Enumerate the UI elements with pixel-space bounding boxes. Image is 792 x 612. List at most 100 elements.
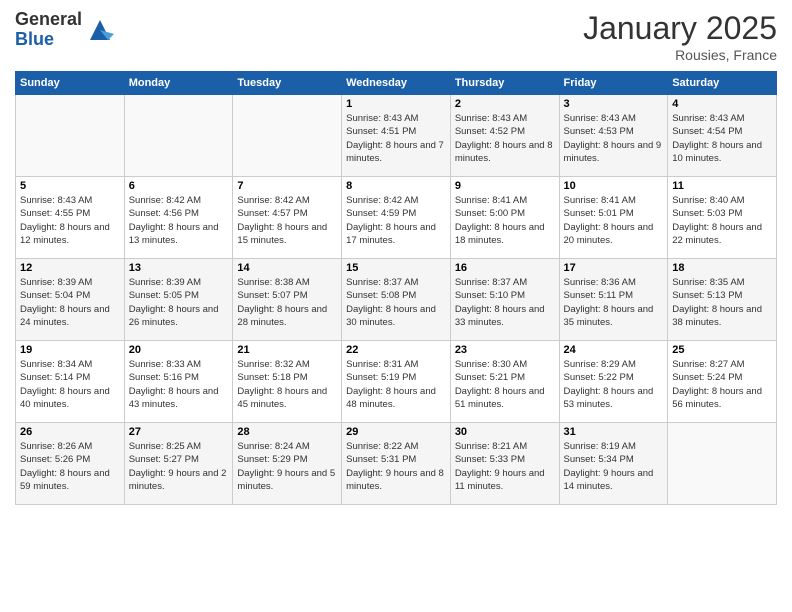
day-info: Sunrise: 8:27 AM Sunset: 5:24 PM Dayligh… <box>672 358 772 411</box>
col-friday: Friday <box>559 72 668 95</box>
day-number: 13 <box>129 262 229 274</box>
logo-text: General Blue <box>15 10 82 50</box>
calendar-week-row: 5Sunrise: 8:43 AM Sunset: 4:55 PM Daylig… <box>16 177 777 259</box>
day-number: 30 <box>455 426 555 438</box>
day-number: 14 <box>237 262 337 274</box>
table-row: 1 Sunrise: 8:43 AM Sunset: 4:51 PM Daylig… <box>342 95 451 177</box>
day-info: Sunrise: 8:31 AM Sunset: 5:19 PM Dayligh… <box>346 358 446 411</box>
table-row <box>668 423 777 505</box>
day-info: Sunrise: 8:41 AM Sunset: 5:01 PM Dayligh… <box>564 194 664 247</box>
day-number: 19 <box>20 344 120 356</box>
day-number: 18 <box>672 262 772 274</box>
day-number: 6 <box>129 180 229 192</box>
table-row: 2Sunrise: 8:43 AM Sunset: 4:52 PM Daylig… <box>450 95 559 177</box>
day-info: Sunrise: 8:43 AM Sunset: 4:53 PM Dayligh… <box>564 112 664 165</box>
day-info: Sunrise: 8:43 AM Sunset: 4:54 PM Dayligh… <box>672 112 772 165</box>
day-info: Sunrise: 8:25 AM Sunset: 5:27 PM Dayligh… <box>129 440 229 493</box>
table-row: 5Sunrise: 8:43 AM Sunset: 4:55 PM Daylig… <box>16 177 125 259</box>
col-thursday: Thursday <box>450 72 559 95</box>
day-info: Sunrise: 8:35 AM Sunset: 5:13 PM Dayligh… <box>672 276 772 329</box>
col-wednesday: Wednesday <box>342 72 451 95</box>
table-row: 11 Sunrise: 8:40 AM Sunset: 5:03 PM Dayli… <box>668 177 777 259</box>
col-monday: Monday <box>124 72 233 95</box>
col-tuesday: Tuesday <box>233 72 342 95</box>
table-row: 26 Sunrise: 8:26 AM Sunset: 5:26 PM Dayli… <box>16 423 125 505</box>
table-row: 13Sunrise: 8:39 AM Sunset: 5:05 PM Dayli… <box>124 259 233 341</box>
table-row: 3 Sunrise: 8:43 AM Sunset: 4:53 PM Daylig… <box>559 95 668 177</box>
table-row: 8Sunrise: 8:42 AM Sunset: 4:59 PM Daylig… <box>342 177 451 259</box>
table-row: 7 Sunrise: 8:42 AM Sunset: 4:57 PM Daylig… <box>233 177 342 259</box>
calendar-header-row: Sunday Monday Tuesday Wednesday Thursday… <box>16 72 777 95</box>
table-row <box>124 95 233 177</box>
calendar-week-row: 26 Sunrise: 8:26 AM Sunset: 5:26 PM Dayli… <box>16 423 777 505</box>
table-row: 10 Sunrise: 8:41 AM Sunset: 5:01 PM Dayli… <box>559 177 668 259</box>
table-row: 14 Sunrise: 8:38 AM Sunset: 5:07 PM Dayli… <box>233 259 342 341</box>
day-number: 15 <box>346 262 446 274</box>
day-info: Sunrise: 8:36 AM Sunset: 5:11 PM Dayligh… <box>564 276 664 329</box>
col-saturday: Saturday <box>668 72 777 95</box>
day-number: 24 <box>564 344 664 356</box>
day-info: Sunrise: 8:37 AM Sunset: 5:10 PM Dayligh… <box>455 276 555 329</box>
day-number: 31 <box>564 426 664 438</box>
table-row: 12Sunrise: 8:39 AM Sunset: 5:04 PM Dayli… <box>16 259 125 341</box>
calendar-week-row: 1 Sunrise: 8:43 AM Sunset: 4:51 PM Daylig… <box>16 95 777 177</box>
table-row: 4Sunrise: 8:43 AM Sunset: 4:54 PM Daylig… <box>668 95 777 177</box>
month-title: January 2025 <box>583 10 777 47</box>
day-info: Sunrise: 8:42 AM Sunset: 4:56 PM Dayligh… <box>129 194 229 247</box>
day-number: 16 <box>455 262 555 274</box>
logo-general: General <box>15 10 82 30</box>
table-row: 30Sunrise: 8:21 AM Sunset: 5:33 PM Dayli… <box>450 423 559 505</box>
title-block: January 2025 Rousies, France <box>583 10 777 63</box>
day-info: Sunrise: 8:34 AM Sunset: 5:14 PM Dayligh… <box>20 358 120 411</box>
day-info: Sunrise: 8:40 AM Sunset: 5:03 PM Dayligh… <box>672 194 772 247</box>
day-info: Sunrise: 8:41 AM Sunset: 5:00 PM Dayligh… <box>455 194 555 247</box>
table-row: 20Sunrise: 8:33 AM Sunset: 5:16 PM Dayli… <box>124 341 233 423</box>
day-number: 23 <box>455 344 555 356</box>
day-number: 22 <box>346 344 446 356</box>
day-info: Sunrise: 8:43 AM Sunset: 4:51 PM Dayligh… <box>346 112 446 165</box>
day-info: Sunrise: 8:26 AM Sunset: 5:26 PM Dayligh… <box>20 440 120 493</box>
table-row: 6 Sunrise: 8:42 AM Sunset: 4:56 PM Daylig… <box>124 177 233 259</box>
day-info: Sunrise: 8:30 AM Sunset: 5:21 PM Dayligh… <box>455 358 555 411</box>
day-number: 25 <box>672 344 772 356</box>
page-container: General Blue January 2025 Rousies, Franc… <box>0 0 792 612</box>
table-row: 24 Sunrise: 8:29 AM Sunset: 5:22 PM Dayli… <box>559 341 668 423</box>
day-number: 3 <box>564 98 664 110</box>
table-row: 16 Sunrise: 8:37 AM Sunset: 5:10 PM Dayli… <box>450 259 559 341</box>
day-info: Sunrise: 8:32 AM Sunset: 5:18 PM Dayligh… <box>237 358 337 411</box>
table-row: 19 Sunrise: 8:34 AM Sunset: 5:14 PM Dayli… <box>16 341 125 423</box>
table-row: 23 Sunrise: 8:30 AM Sunset: 5:21 PM Dayli… <box>450 341 559 423</box>
day-number: 12 <box>20 262 120 274</box>
logo-icon <box>86 16 114 44</box>
day-number: 26 <box>20 426 120 438</box>
header: General Blue January 2025 Rousies, Franc… <box>15 10 777 63</box>
table-row: 18 Sunrise: 8:35 AM Sunset: 5:13 PM Dayli… <box>668 259 777 341</box>
col-sunday: Sunday <box>16 72 125 95</box>
day-info: Sunrise: 8:38 AM Sunset: 5:07 PM Dayligh… <box>237 276 337 329</box>
table-row: 21 Sunrise: 8:32 AM Sunset: 5:18 PM Dayli… <box>233 341 342 423</box>
table-row: 15 Sunrise: 8:37 AM Sunset: 5:08 PM Dayli… <box>342 259 451 341</box>
day-number: 11 <box>672 180 772 192</box>
day-info: Sunrise: 8:42 AM Sunset: 4:59 PM Dayligh… <box>346 194 446 247</box>
day-number: 10 <box>564 180 664 192</box>
day-info: Sunrise: 8:37 AM Sunset: 5:08 PM Dayligh… <box>346 276 446 329</box>
day-info: Sunrise: 8:33 AM Sunset: 5:16 PM Dayligh… <box>129 358 229 411</box>
day-number: 27 <box>129 426 229 438</box>
day-info: Sunrise: 8:24 AM Sunset: 5:29 PM Dayligh… <box>237 440 337 493</box>
location: Rousies, France <box>583 47 777 63</box>
logo-blue: Blue <box>15 30 82 50</box>
table-row <box>233 95 342 177</box>
table-row: 31Sunrise: 8:19 AM Sunset: 5:34 PM Dayli… <box>559 423 668 505</box>
table-row: 9Sunrise: 8:41 AM Sunset: 5:00 PM Daylig… <box>450 177 559 259</box>
day-number: 21 <box>237 344 337 356</box>
day-number: 5 <box>20 180 120 192</box>
day-number: 7 <box>237 180 337 192</box>
table-row: 17 Sunrise: 8:36 AM Sunset: 5:11 PM Dayli… <box>559 259 668 341</box>
day-number: 1 <box>346 98 446 110</box>
day-number: 17 <box>564 262 664 274</box>
calendar-table: Sunday Monday Tuesday Wednesday Thursday… <box>15 71 777 505</box>
day-info: Sunrise: 8:43 AM Sunset: 4:52 PM Dayligh… <box>455 112 555 165</box>
day-info: Sunrise: 8:42 AM Sunset: 4:57 PM Dayligh… <box>237 194 337 247</box>
table-row: 29Sunrise: 8:22 AM Sunset: 5:31 PM Dayli… <box>342 423 451 505</box>
day-info: Sunrise: 8:29 AM Sunset: 5:22 PM Dayligh… <box>564 358 664 411</box>
